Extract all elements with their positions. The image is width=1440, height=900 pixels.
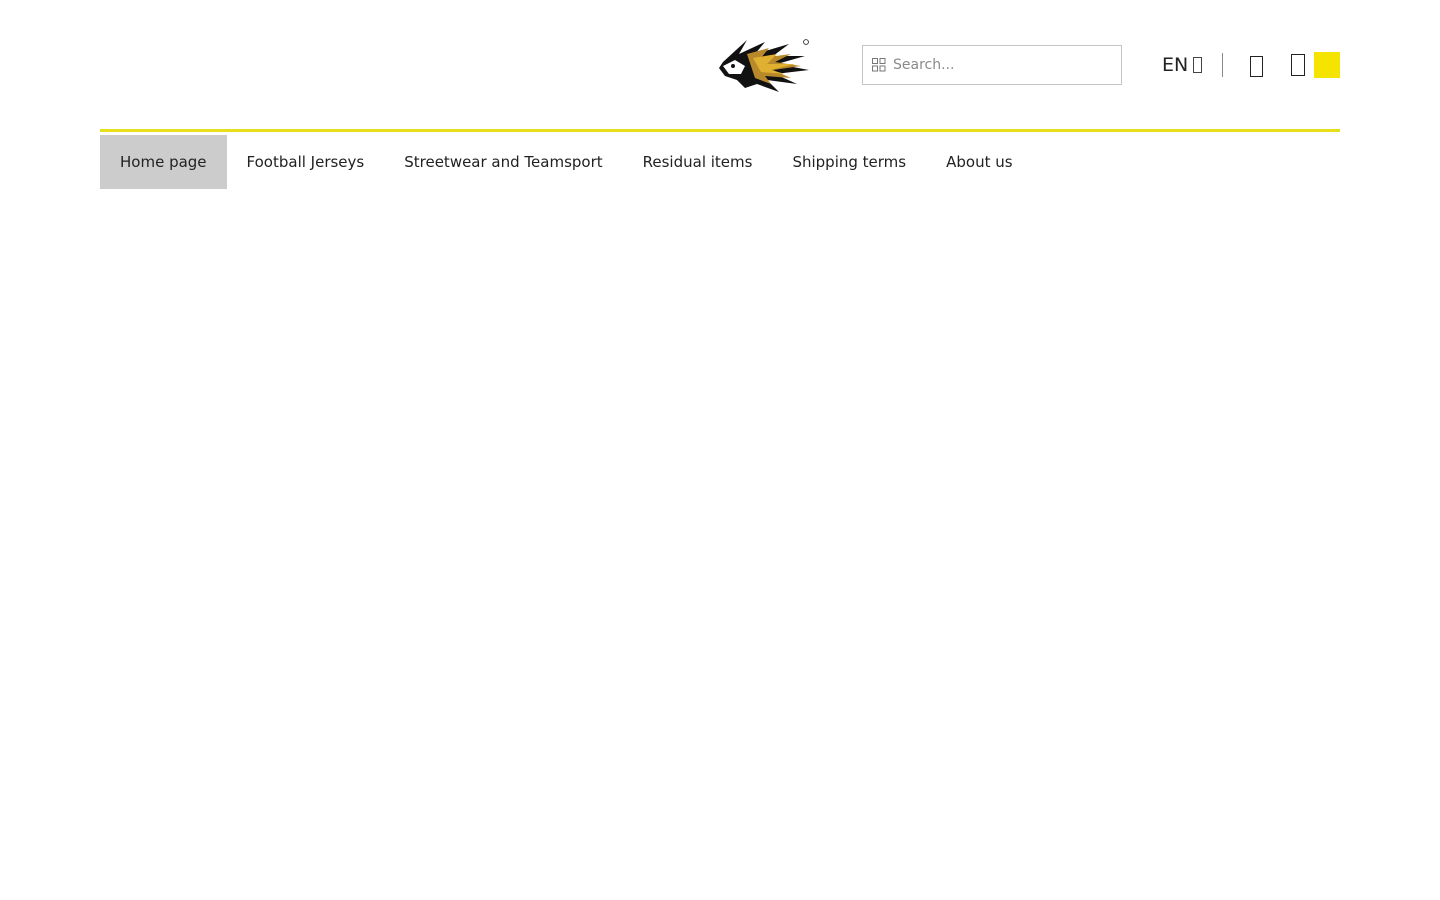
cart-badge[interactable] xyxy=(1314,52,1340,78)
nav-item-label: Streetwear and Teamsport xyxy=(404,153,603,171)
nav-item-label: Football Jerseys xyxy=(246,153,365,171)
search-input[interactable] xyxy=(893,46,1113,84)
accent-divider xyxy=(100,129,1340,132)
nav-item-label: Home page xyxy=(120,153,207,171)
site-header: EN xyxy=(100,0,1340,129)
page: EN Home page Football Jerseys Streetwear… xyxy=(0,0,1440,900)
lion-logo-icon xyxy=(719,39,809,92)
nav-item-home-page[interactable]: Home page xyxy=(100,135,227,189)
nav-item-football-jerseys[interactable]: Football Jerseys xyxy=(227,135,385,189)
header-divider xyxy=(1222,53,1223,77)
cart-icon[interactable] xyxy=(1291,54,1305,76)
nav-item-shipping-terms[interactable]: Shipping terms xyxy=(772,135,926,189)
nav-item-residual-items[interactable]: Residual items xyxy=(623,135,773,189)
search-box[interactable] xyxy=(862,45,1122,85)
search-icon xyxy=(872,58,886,72)
nav-item-label: Residual items xyxy=(642,153,753,171)
nav-item-about-us[interactable]: About us xyxy=(926,135,1032,189)
lion-logo[interactable] xyxy=(717,36,811,94)
nav-item-label: Shipping terms xyxy=(792,153,907,171)
language-selector[interactable]: EN xyxy=(1162,52,1203,78)
chevron-down-icon xyxy=(1193,57,1203,73)
main-nav: Home page Football Jerseys Streetwear an… xyxy=(100,135,1033,189)
language-label: EN xyxy=(1162,54,1189,76)
user-icon[interactable] xyxy=(1250,56,1263,77)
nav-item-label: About us xyxy=(946,153,1013,171)
nav-item-streetwear-and-teamsport[interactable]: Streetwear and Teamsport xyxy=(384,135,622,189)
